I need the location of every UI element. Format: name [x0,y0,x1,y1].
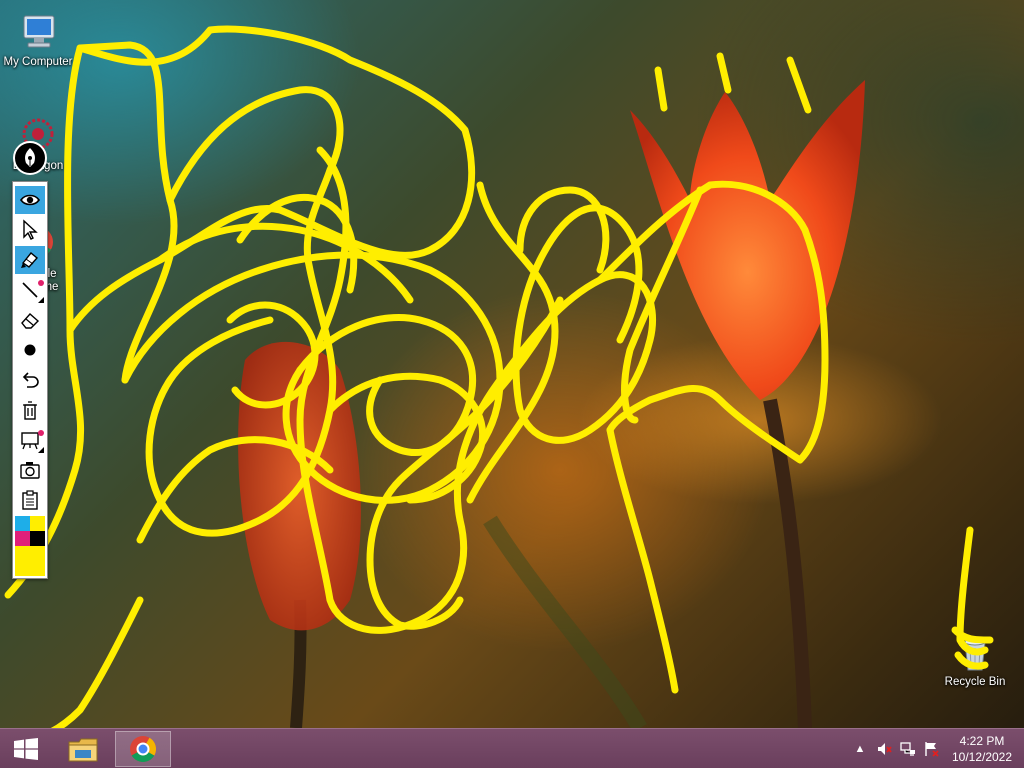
highlighter-icon [21,252,39,268]
eraser-icon [21,313,40,329]
volume-muted-icon [878,743,892,755]
brush-size-button[interactable] [15,336,45,364]
start-button[interactable] [0,729,52,768]
line-tool-button[interactable] [15,276,45,304]
eraser-tool-button[interactable] [15,306,45,334]
color-palette [15,516,45,576]
draw-toolbar [12,181,48,579]
show-hidden-icons-button[interactable]: ▲ [848,729,872,768]
color-swatch-yellow[interactable] [30,516,45,531]
taskbar-clock[interactable]: 4:22 PM 10/12/2022 [944,733,1020,765]
highlighter-tool-button[interactable] [15,246,45,274]
clock-date: 10/12/2022 [951,750,1013,764]
desktop-wallpaper [238,80,865,728]
computer-icon [16,10,60,54]
screenshot-button[interactable] [15,456,45,484]
volume-button[interactable] [872,729,896,768]
undo-button[interactable] [15,366,45,394]
clear-all-button[interactable] [15,396,45,424]
desktop-icon-my-computer[interactable]: My Computer [2,10,74,68]
pen-toolbar-handle[interactable] [13,141,47,175]
trash-icon [23,401,37,420]
eye-icon [20,194,40,206]
desktop-icon-label: Recycle Bin [944,676,1006,688]
submenu-corner-indicator [38,447,44,453]
network-icon [900,742,915,756]
action-center-button[interactable] [920,729,944,768]
submenu-corner-indicator [38,297,44,303]
color-swatch-magenta[interactable] [15,531,30,546]
windows-logo-icon [14,738,38,760]
clipboard-icon [22,490,38,510]
current-color-swatch[interactable] [15,546,45,576]
color-swatch-blue[interactable] [15,516,30,531]
desktop-icon-recycle-bin[interactable]: Recycle Bin [939,630,1011,688]
system-tray: ▲ 4:22 PM 10/12/2022 [848,729,1024,768]
recycle-bin-icon [953,630,997,674]
taskbar: ▲ 4:22 PM 10/12/2022 [0,728,1024,768]
taskbar-google-chrome[interactable] [115,731,171,767]
tool-indicator-dot [38,430,44,436]
action-center-flag-icon [925,742,939,757]
cursor-arrow-icon [23,219,38,240]
board-button[interactable] [15,426,45,454]
brush-size-dot-icon [24,344,36,356]
undo-icon [22,372,39,388]
toggle-visibility-button[interactable] [15,186,45,214]
chrome-icon [130,736,157,763]
camera-icon [20,462,40,479]
desktop-icon-label: My Computer [3,56,73,68]
clock-time: 4:22 PM [959,734,1005,748]
network-button[interactable] [896,729,920,768]
fountain-pen-icon [25,148,35,167]
pointer-tool-button[interactable] [15,216,45,244]
taskbar-file-explorer[interactable] [55,731,111,767]
tool-indicator-dot [38,280,44,286]
color-swatch-black[interactable] [30,531,45,546]
show-hidden-icons-chevron-icon: ▲ [854,743,866,755]
copy-to-clipboard-button[interactable] [15,486,45,514]
file-explorer-icon [68,738,98,762]
